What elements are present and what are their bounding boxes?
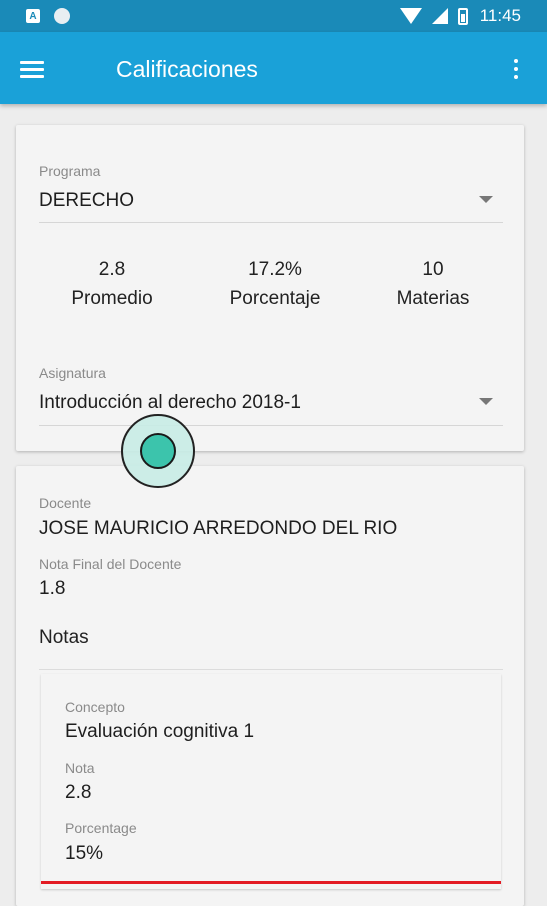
nota-value: 2.8	[65, 782, 92, 803]
nota-final-value: 1.8	[39, 578, 66, 599]
stat-promedio: 2.8 Promedio	[52, 255, 172, 313]
detail-card: Docente JOSE MAURICIO ARREDONDO DEL RIO …	[16, 466, 524, 906]
asignatura-value: Introducción al derecho 2018-1	[39, 392, 301, 413]
programa-label: Programa	[39, 163, 101, 179]
nota-item[interactable]: Concepto Evaluación cognitiva 1 Nota 2.8…	[41, 674, 501, 889]
battery-icon	[457, 7, 468, 25]
stat-porcentaje: 17.2% Porcentaje	[215, 255, 335, 313]
docente-label: Docente	[39, 495, 92, 511]
programa-value: DERECHO	[39, 190, 135, 211]
nota-final-label: Nota Final del Docente	[39, 556, 182, 572]
porcentaje-value: 15%	[65, 843, 104, 864]
circle-icon	[54, 8, 70, 24]
docente-value: JOSE MAURICIO ARREDONDO DEL RIO	[39, 518, 398, 539]
stat-materias-value: 10	[422, 259, 444, 280]
stat-materias: 10 Materias	[373, 255, 493, 313]
stat-porcentaje-value: 17.2%	[248, 259, 302, 280]
stat-porcentaje-label: Porcentaje	[229, 288, 321, 309]
status-bar: A 11:45	[0, 0, 547, 32]
more-vert-icon[interactable]	[513, 59, 519, 81]
asignatura-dropdown-icon[interactable]	[479, 398, 493, 405]
concepto-value: Evaluación cognitiva 1	[65, 721, 255, 742]
asignatura-label: Asignatura	[39, 365, 106, 381]
status-time: 11:45	[479, 6, 521, 25]
app-bar: Calificaciones	[0, 32, 547, 104]
page-title: Calificaciones	[116, 56, 258, 82]
concepto-label: Concepto	[65, 699, 125, 715]
menu-icon[interactable]	[20, 61, 44, 79]
wifi-icon	[399, 8, 422, 24]
notas-title: Notas	[39, 627, 89, 648]
stat-materias-label: Materias	[396, 288, 470, 309]
stat-promedio-value: 2.8	[98, 259, 126, 280]
notification-a-icon: A	[26, 9, 40, 23]
asignatura-underline	[39, 425, 503, 426]
summary-card: Programa DERECHO 2.8 Promedio 17.2% Porc…	[16, 125, 524, 451]
nota-label: Nota	[65, 760, 95, 776]
nota-status-bar	[41, 881, 501, 884]
notas-divider	[39, 669, 503, 670]
touch-indicator	[121, 414, 195, 488]
programa-dropdown-icon[interactable]	[479, 196, 493, 203]
touch-indicator-core	[140, 433, 176, 469]
stat-promedio-label: Promedio	[71, 288, 153, 309]
porcentaje-label: Porcentage	[65, 820, 137, 836]
signal-icon	[431, 8, 448, 24]
programa-underline	[39, 222, 503, 223]
